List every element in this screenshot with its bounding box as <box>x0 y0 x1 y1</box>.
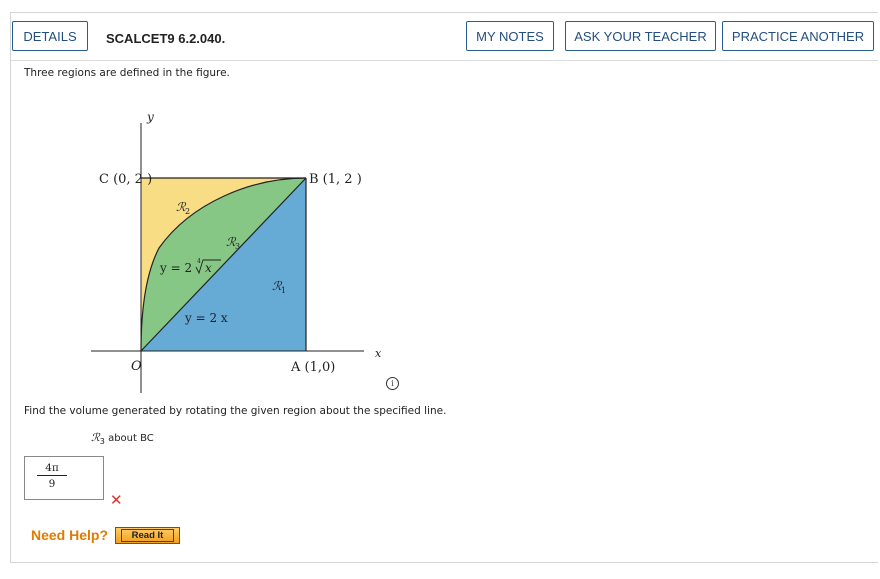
y-axis-label: y <box>146 110 154 124</box>
regions-graph: y x O C (0, 2 ) B (1, 2 ) A (1,0) ℛ 2 ℛ … <box>91 110 382 400</box>
region-spec: ℛ3 about BC <box>91 431 154 446</box>
question-header: DETAILS SCALCET9 6.2.040. MY NOTES ASK Y… <box>11 13 878 61</box>
point-c-label: C (0, 2 ) <box>99 172 152 187</box>
svg-text:3: 3 <box>235 242 240 251</box>
question-card: DETAILS SCALCET9 6.2.040. MY NOTES ASK Y… <box>10 12 878 563</box>
regions-figure: y x O C (0, 2 ) B (1, 2 ) A (1,0) ℛ 2 ℛ … <box>81 93 382 400</box>
details-button[interactable]: DETAILS <box>12 21 88 51</box>
svg-text:4: 4 <box>197 258 201 265</box>
info-icon[interactable]: i <box>386 377 399 390</box>
region-symbol: ℛ <box>91 431 100 444</box>
svg-text:y = 2: y = 2 <box>159 261 192 275</box>
question-intro: Three regions are defined in the figure. <box>24 67 230 79</box>
answer-denominator: 9 <box>48 478 56 490</box>
x-axis-label: x <box>375 347 381 360</box>
answer-field[interactable]: 4π 9 <box>24 456 104 500</box>
read-it-label: Read It <box>120 529 175 542</box>
x-mark-icon: ✕ <box>110 491 123 509</box>
svg-text:x: x <box>205 261 212 275</box>
need-help-label: Need Help? <box>31 527 109 543</box>
answer-numerator: 4π <box>37 462 67 476</box>
svg-text:1: 1 <box>281 286 286 295</box>
ask-your-teacher-button[interactable]: ASK YOUR TEACHER <box>565 21 716 51</box>
point-a-label: A (1,0) <box>290 360 335 375</box>
practice-another-button[interactable]: PRACTICE ANOTHER <box>722 21 874 51</box>
answer-fraction: 4π 9 <box>37 462 67 490</box>
point-b-label: B (1, 2 ) <box>309 172 362 187</box>
line-label: y = 2 x <box>184 311 228 325</box>
region-axis-text: about BC <box>108 433 154 444</box>
my-notes-button[interactable]: MY NOTES <box>466 21 554 51</box>
question-prompt: Find the volume generated by rotating th… <box>24 405 447 417</box>
origin-label: O <box>131 359 142 374</box>
svg-text:2: 2 <box>185 207 190 216</box>
curve-label: y = 2 4 x <box>159 258 221 275</box>
region-subscript: 3 <box>99 437 105 446</box>
question-id: SCALCET9 6.2.040. <box>106 31 226 46</box>
read-it-button[interactable]: Read It <box>115 527 180 544</box>
